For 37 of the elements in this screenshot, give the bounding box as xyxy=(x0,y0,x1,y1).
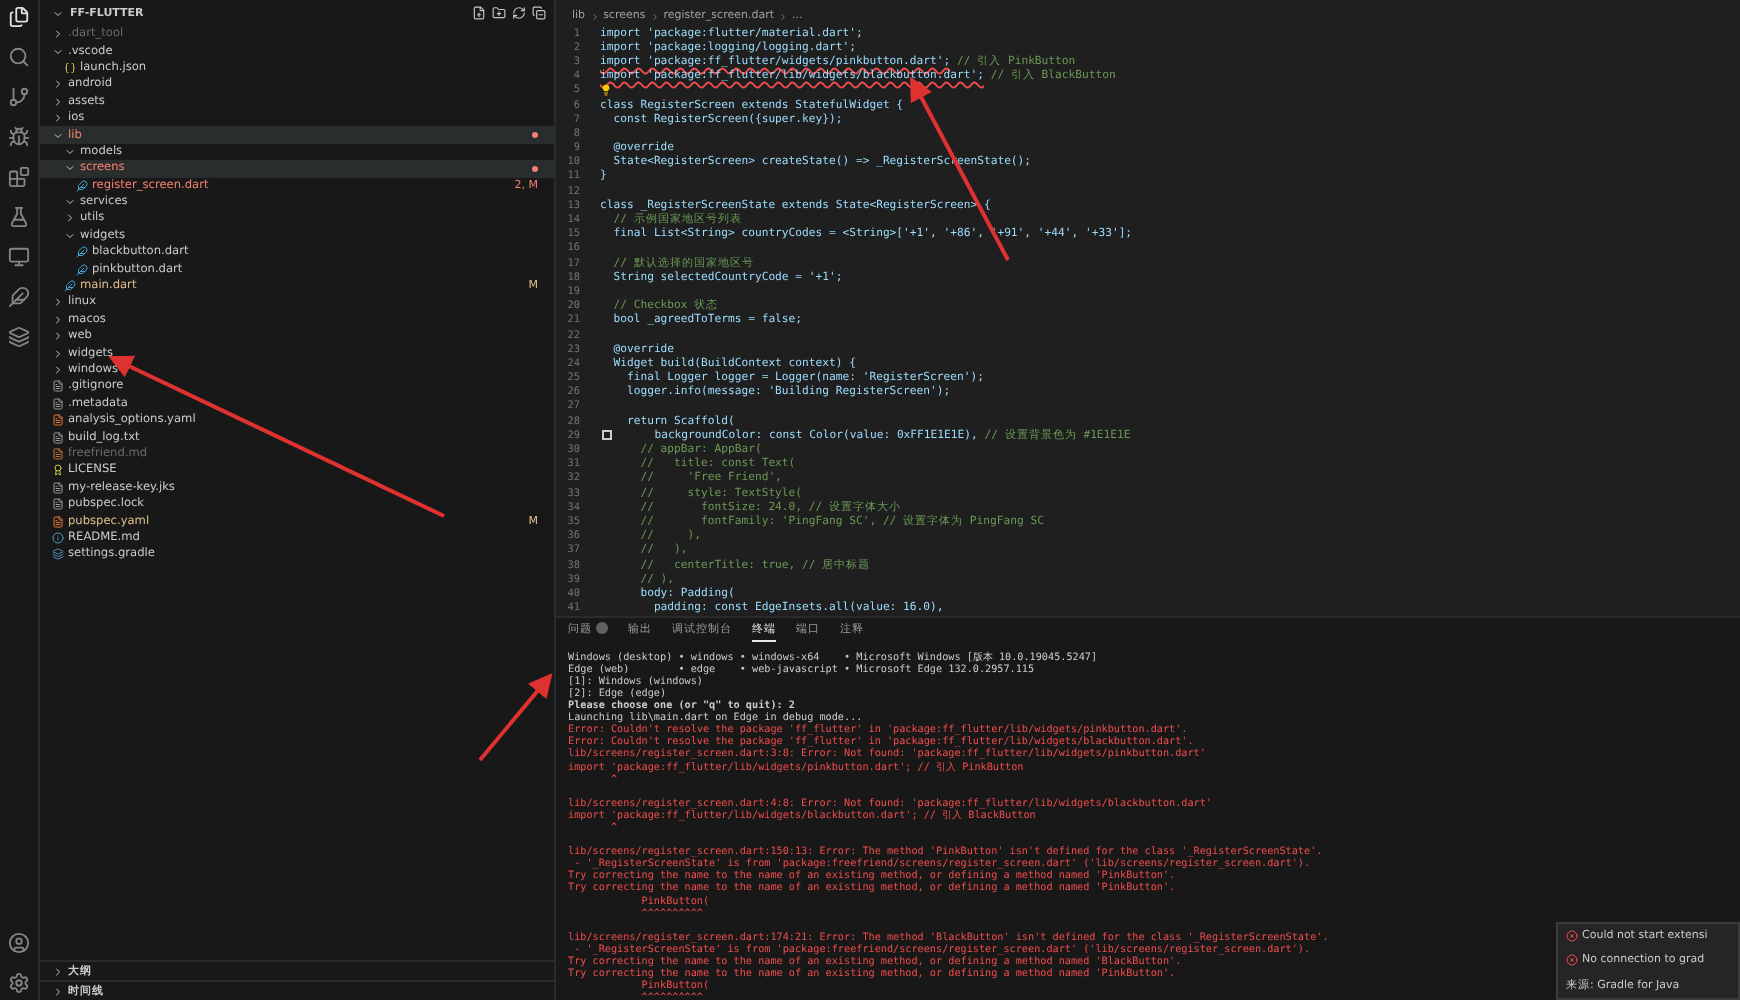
settings-icon[interactable] xyxy=(6,970,32,996)
file-icon xyxy=(52,380,64,393)
file-icon xyxy=(52,414,64,427)
chevron-right-icon xyxy=(778,12,788,22)
refresh-icon[interactable] xyxy=(512,6,526,20)
chevron-right-icon xyxy=(649,12,660,22)
monitor-icon[interactable] xyxy=(6,244,32,270)
feather-icon xyxy=(76,246,88,259)
chevron-right-icon xyxy=(589,12,600,22)
file-icon xyxy=(52,447,64,460)
file-icon xyxy=(52,481,64,494)
braces-icon xyxy=(64,61,76,74)
feather-icon xyxy=(76,179,88,192)
feather-icon xyxy=(76,263,88,276)
search-icon[interactable] xyxy=(6,44,32,70)
info-icon xyxy=(52,531,64,544)
layers-icon[interactable] xyxy=(6,324,32,350)
annotation-arrow xyxy=(478,672,553,762)
feather-icon[interactable] xyxy=(6,284,32,310)
account-icon[interactable] xyxy=(6,930,32,956)
new-folder-icon[interactable] xyxy=(492,6,506,20)
bug-icon[interactable] xyxy=(6,124,32,150)
file-icon xyxy=(52,397,64,410)
chevron-down-icon xyxy=(52,7,64,19)
file-icon xyxy=(52,431,64,444)
branch-icon[interactable] xyxy=(6,84,32,110)
lightbulb-icon[interactable] xyxy=(600,84,612,97)
file-icon xyxy=(52,498,64,511)
collapse-icon[interactable] xyxy=(532,6,546,20)
new-file-icon[interactable] xyxy=(472,6,486,20)
layers-icon xyxy=(52,548,64,561)
feather-icon xyxy=(64,280,76,293)
file-icon xyxy=(52,515,64,528)
flask-icon[interactable] xyxy=(6,204,32,230)
files-icon[interactable] xyxy=(6,4,32,30)
ribbon-icon xyxy=(52,464,64,477)
blocks-icon[interactable] xyxy=(6,164,32,190)
